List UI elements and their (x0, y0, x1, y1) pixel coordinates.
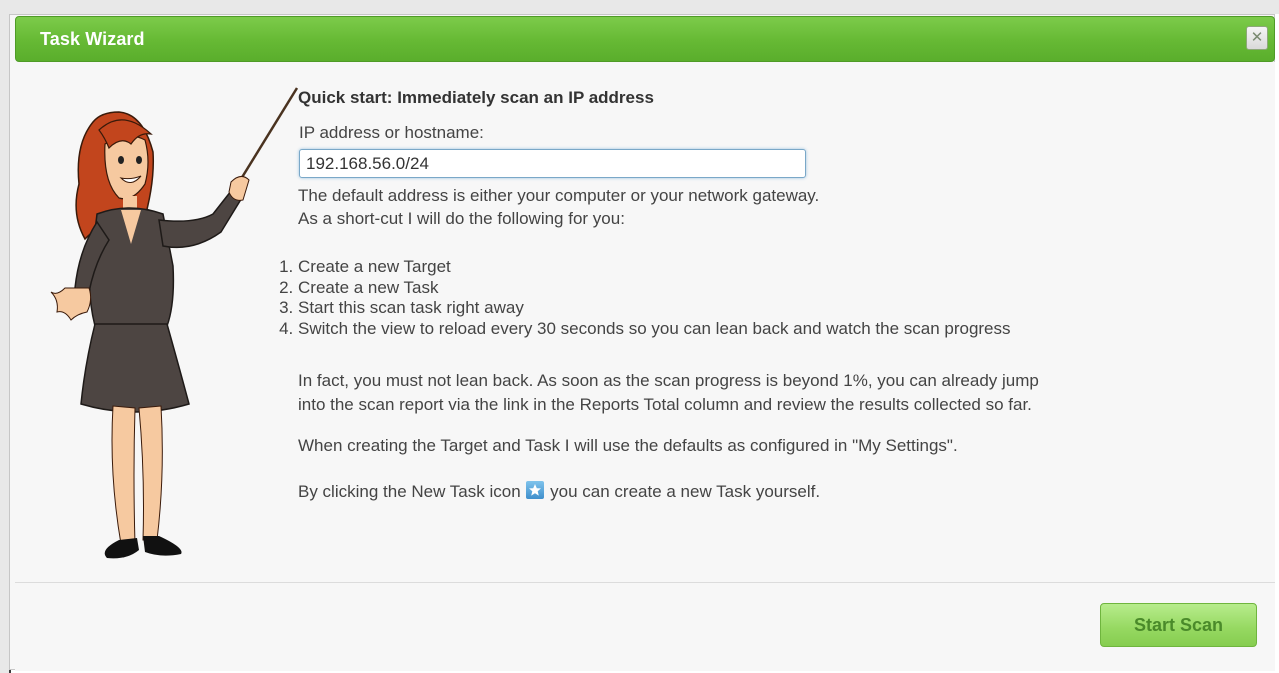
ip-address-input[interactable] (299, 149, 806, 178)
list-item: Create a new Task (298, 278, 1011, 299)
steps-list: Create a new Target Create a new Task St… (271, 257, 1011, 339)
ip-address-label: IP address or hostname: (299, 123, 484, 142)
close-button[interactable]: ✕ (1246, 26, 1268, 50)
new-task-hint-before: By clicking the New Task icon (298, 482, 521, 501)
dialog-titlebar: Task Wizard ✕ (15, 16, 1275, 62)
dialog-footer: Start Scan (15, 582, 1275, 671)
new-task-hint: By clicking the New Task icon you can cr… (298, 480, 820, 504)
list-item: Start this scan task right away (298, 298, 1011, 319)
fact-paragraph-line-1: In fact, you must not lean back. As soon… (298, 371, 1039, 390)
fact-paragraph-line-2: into the scan report via the link in the… (298, 395, 1032, 414)
wizard-heading: Quick start: Immediately scan an IP addr… (298, 88, 654, 107)
defaults-note: When creating the Target and Task I will… (298, 436, 958, 455)
dialog-title: Task Wizard (40, 29, 145, 49)
new-task-hint-after: you can create a new Task yourself. (550, 482, 821, 501)
shortcut-intro: As a short-cut I will do the following f… (298, 209, 625, 228)
start-scan-button[interactable]: Start Scan (1100, 603, 1257, 647)
default-address-note: The default address is either your compu… (298, 186, 820, 205)
list-item: Create a new Target (298, 257, 1011, 278)
new-task-star-icon (526, 481, 545, 499)
presenter-woman-illustration (50, 87, 299, 559)
wizard-content: Quick start: Immediately scan an IP addr… (15, 62, 1275, 582)
list-item: Switch the view to reload every 30 secon… (298, 319, 1011, 340)
close-icon: ✕ (1250, 29, 1264, 46)
